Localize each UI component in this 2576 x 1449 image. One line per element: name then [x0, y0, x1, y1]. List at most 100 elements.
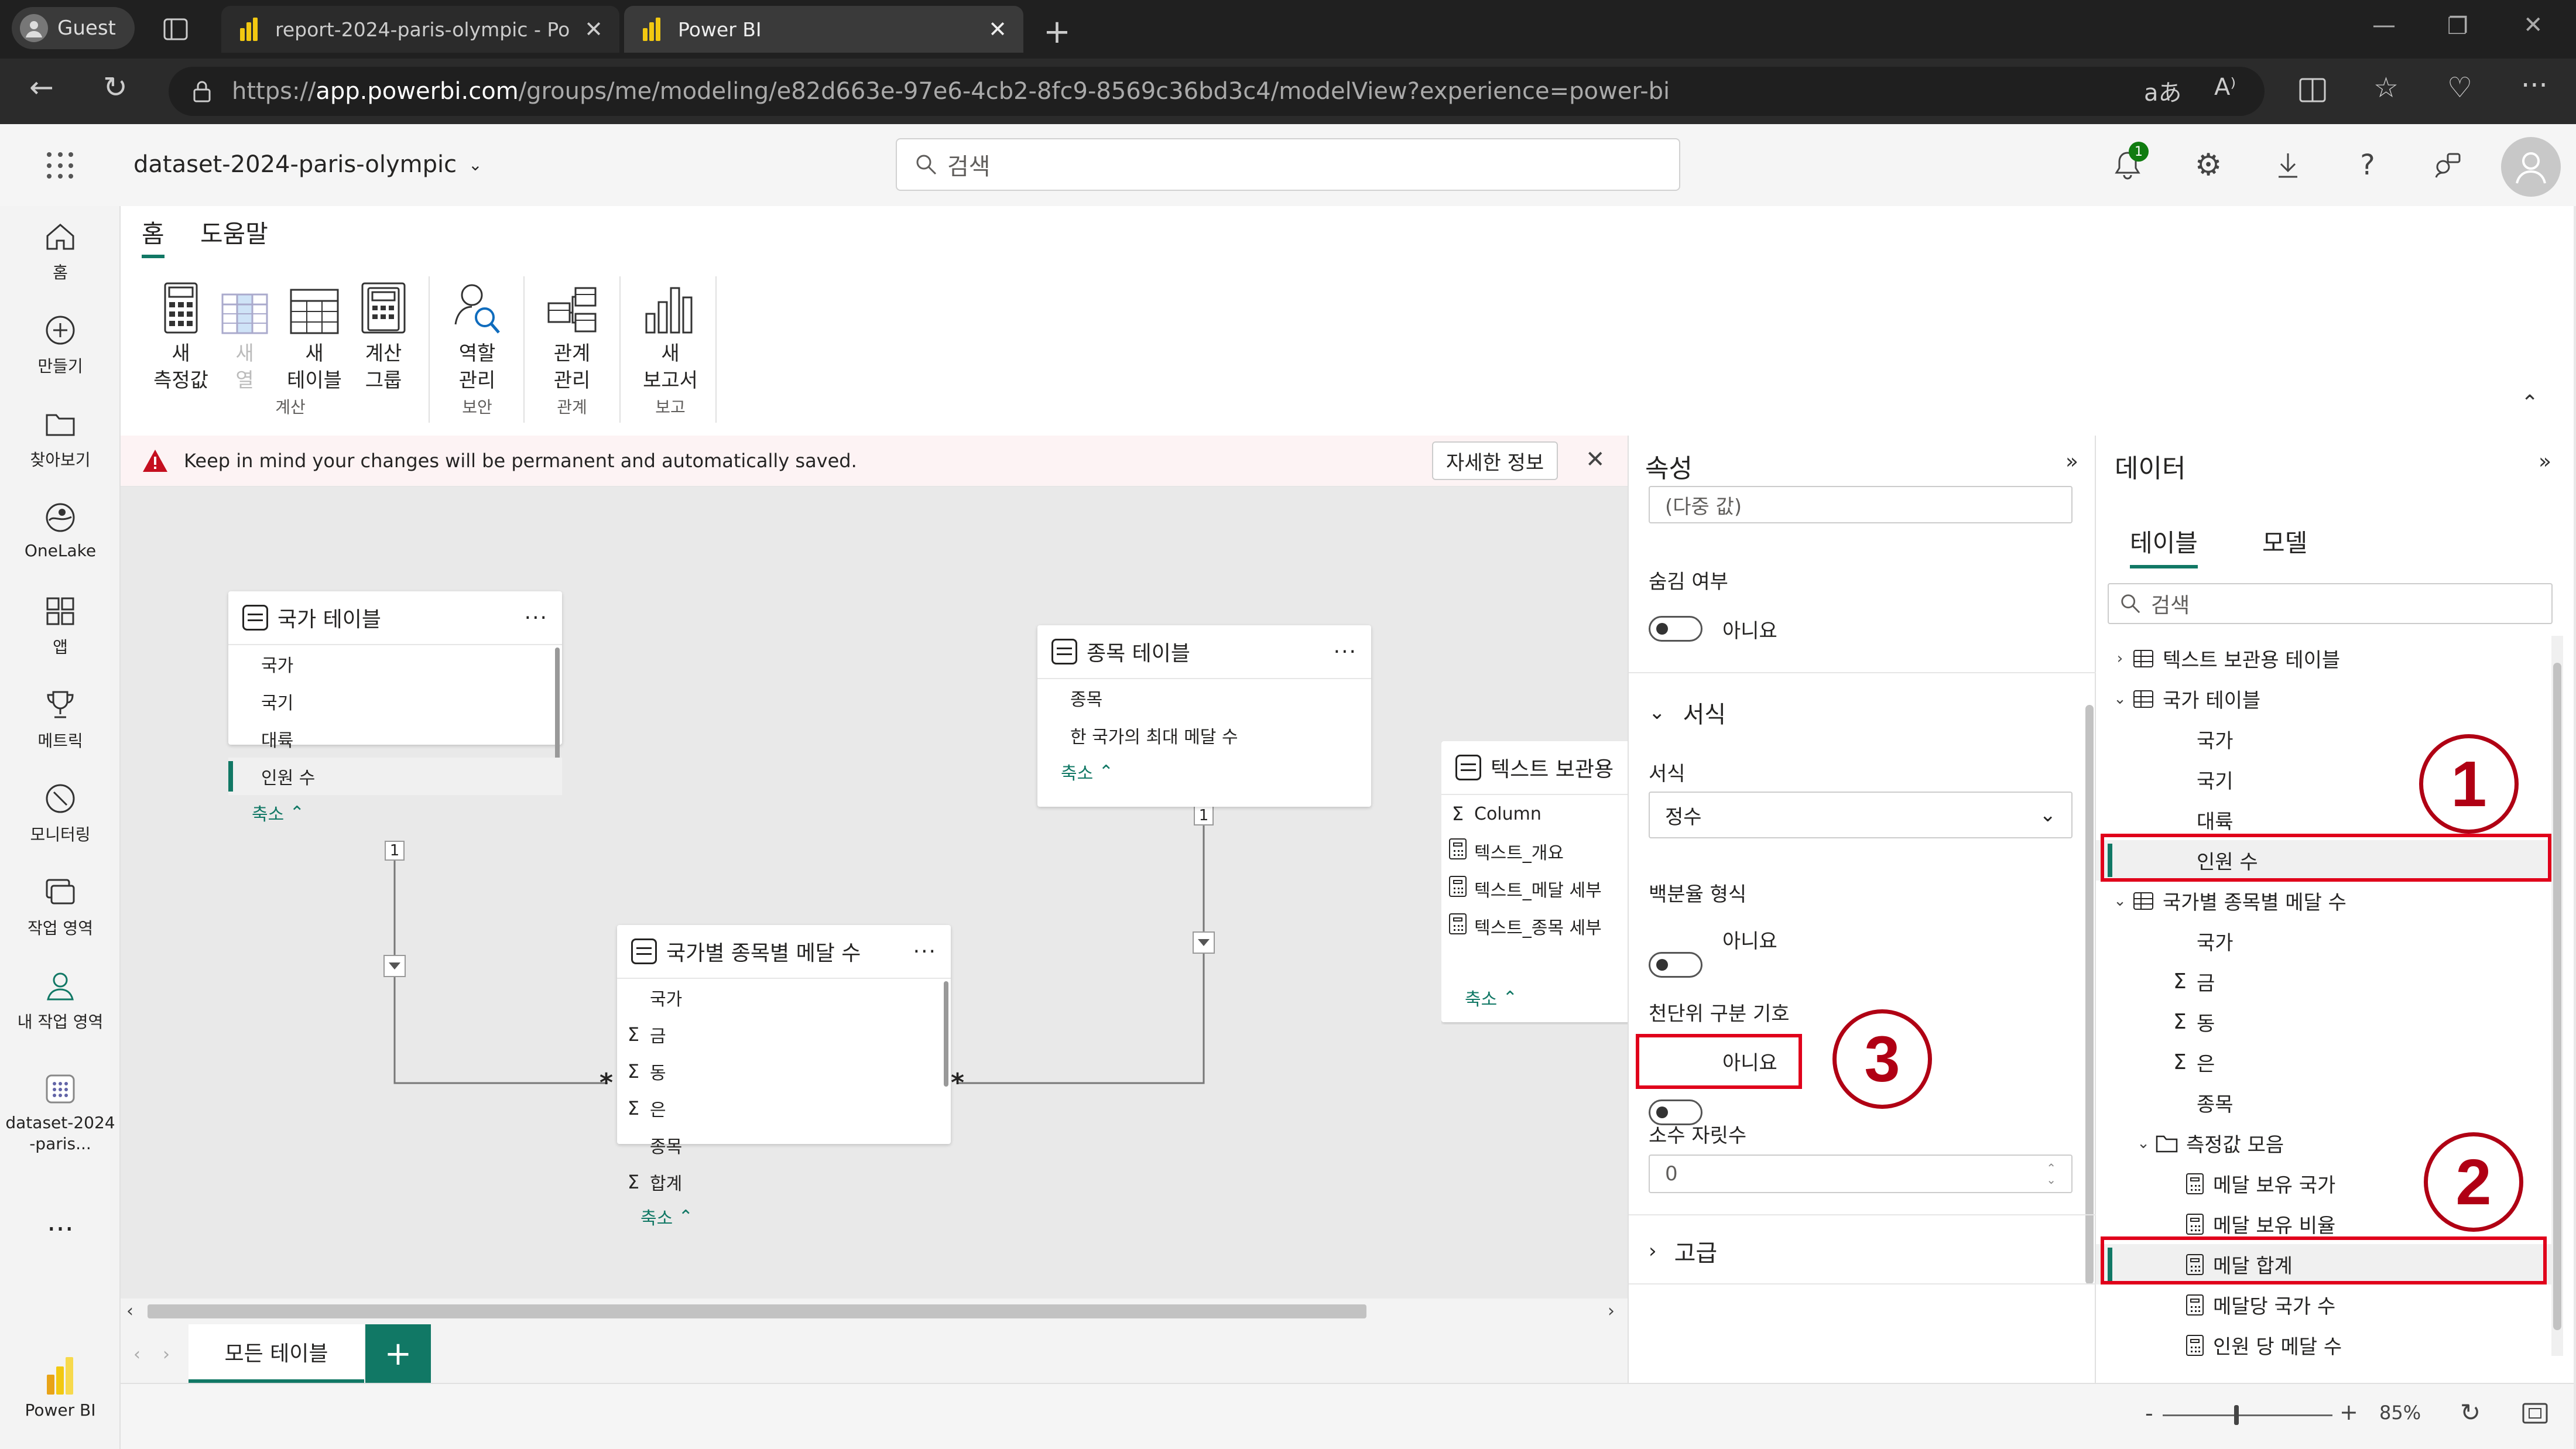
- nav-workspaces[interactable]: 작업 영역: [0, 875, 121, 939]
- hidden-toggle[interactable]: [1649, 616, 1703, 642]
- manage-relationships-button[interactable]: 관계 관리: [540, 276, 604, 395]
- add-layout-button[interactable]: +: [365, 1324, 431, 1383]
- table-card-header[interactable]: 종목 테이블 ···: [1037, 625, 1371, 679]
- settings-gear-icon[interactable]: ⚙: [2191, 148, 2226, 183]
- read-aloud-icon[interactable]: A⁾: [2214, 74, 2236, 101]
- tab-tables[interactable]: 테이블: [2130, 523, 2198, 568]
- collapse-link[interactable]: 축소 ⌃: [1037, 754, 1371, 789]
- window-close-icon[interactable]: ✕: [2523, 12, 2543, 39]
- split-screen-icon[interactable]: [2298, 77, 2327, 103]
- new-report-button[interactable]: 새 보고서: [633, 276, 707, 395]
- nav-apps[interactable]: 앱: [0, 594, 121, 658]
- minimize-icon[interactable]: —: [2372, 12, 2396, 39]
- field-row[interactable]: 텍스트_메달 세부: [1441, 870, 1628, 907]
- event-table-card[interactable]: 종목 테이블 ··· 종목 한 국가의 최대 메달 수 축소 ⌃: [1037, 625, 1371, 807]
- field-row[interactable]: Σ 합계: [617, 1163, 951, 1200]
- new-column-button[interactable]: 새열: [218, 276, 272, 395]
- browser-essentials-icon[interactable]: ♡: [2447, 71, 2472, 104]
- tab-home[interactable]: 홈: [142, 214, 165, 258]
- share-feedback-icon[interactable]: [2430, 148, 2465, 183]
- table-card-header[interactable]: 국가별 종목별 메달 수 ···: [617, 925, 951, 979]
- back-icon[interactable]: ←: [29, 70, 54, 104]
- help-icon[interactable]: ?: [2350, 148, 2385, 183]
- profile-button[interactable]: Guest: [12, 7, 135, 49]
- collapse-link[interactable]: 축소 ⌃: [617, 1200, 951, 1233]
- data-scrollbar-thumb[interactable]: [2553, 663, 2561, 1330]
- tree-field[interactable]: 종목: [2096, 1083, 2553, 1123]
- tree-table-text[interactable]: › 텍스트 보관용 테이블: [2096, 638, 2553, 679]
- field-row[interactable]: Σ금: [617, 1016, 951, 1053]
- tree-table-medals[interactable]: ⌄ 국가별 종목별 메달 수: [2096, 881, 2553, 921]
- dismiss-warning-icon[interactable]: ✕: [1585, 446, 1605, 473]
- advanced-section-header[interactable]: › 고급: [1629, 1234, 2097, 1268]
- scroll-right-icon[interactable]: ›: [1608, 1301, 1615, 1321]
- country-table-card[interactable]: 국가 테이블 ··· 국가 국기 대륙 인원 수 축소 ⌃: [228, 591, 562, 825]
- browser-tab-report[interactable]: report-2024-paris-olympic - Powe ✕: [221, 6, 619, 53]
- tree-field[interactable]: Σ금: [2096, 961, 2553, 1002]
- spinner-icon[interactable]: ⌃ ⌄: [2046, 1162, 2056, 1186]
- table-card-header[interactable]: 텍스트 보관용: [1441, 741, 1628, 795]
- tree-measure[interactable]: 메달당 국가 수: [2096, 1284, 2553, 1325]
- tab-model[interactable]: 모델: [2262, 523, 2307, 559]
- decimal-places-input[interactable]: 0 ⌃ ⌄: [1649, 1155, 2073, 1193]
- tree-field[interactable]: 국가: [2096, 921, 2553, 961]
- reload-icon[interactable]: ↻: [103, 70, 128, 104]
- chevron-down-icon[interactable]: ⌄: [2135, 1135, 2152, 1152]
- nav-onelake[interactable]: OneLake: [0, 500, 121, 560]
- scroll-thumb[interactable]: [148, 1304, 1366, 1318]
- field-row[interactable]: 한 국가의 최대 메달 수: [1037, 717, 1371, 754]
- scroll-left-icon[interactable]: ‹: [126, 1301, 133, 1321]
- chevron-down-icon[interactable]: ⌄: [2111, 690, 2129, 708]
- nav-powerbi[interactable]: Power BI: [0, 1357, 121, 1420]
- global-search-input[interactable]: 검색: [896, 138, 1680, 191]
- field-row[interactable]: 텍스트_종목 세부: [1441, 907, 1628, 945]
- collapse-data-pane-icon[interactable]: »: [2539, 450, 2551, 474]
- close-tab-icon[interactable]: ✕: [988, 16, 1007, 42]
- more-info-button[interactable]: 자세한 정보: [1432, 441, 1558, 480]
- field-row[interactable]: Σ Column: [1441, 795, 1628, 833]
- zoom-slider-thumb[interactable]: [2234, 1405, 2239, 1425]
- nav-metrics[interactable]: 메트릭: [0, 687, 121, 752]
- more-options-icon[interactable]: ···: [1334, 640, 1357, 664]
- tree-field[interactable]: Σ동: [2096, 1002, 2553, 1042]
- field-row[interactable]: 국기: [228, 683, 562, 720]
- calculation-group-button[interactable]: 계산 그룹: [351, 276, 416, 395]
- url-field[interactable]: https://app.powerbi.com/groups/me/modeli…: [169, 67, 2265, 116]
- field-row[interactable]: 국가: [617, 979, 951, 1016]
- user-avatar[interactable]: [2501, 137, 2561, 197]
- tab-help[interactable]: 도움말: [200, 214, 268, 250]
- zoom-in-button[interactable]: +: [2339, 1399, 2358, 1425]
- model-canvas[interactable]: 1 1 * * 국가 테이블 ··· 국가 국기 대륙 인원 수 축소 ⌃ 종목…: [121, 487, 1628, 1301]
- chevron-down-icon[interactable]: ⌄: [2111, 892, 2129, 910]
- tab-prev-icon[interactable]: ‹: [133, 1344, 141, 1365]
- field-row[interactable]: 국가: [228, 645, 562, 683]
- app-launcher-icon[interactable]: [47, 152, 74, 179]
- nav-current-dataset[interactable]: dataset-2024-paris...: [0, 1071, 121, 1155]
- medal-table-card[interactable]: 국가별 종목별 메달 수 ··· 국가 Σ금 Σ동 Σ은 종목 Σ 합계 축소 ⌃: [617, 925, 951, 1229]
- field-row-selected[interactable]: 인원 수: [228, 758, 562, 795]
- nav-more[interactable]: ...: [0, 1205, 121, 1238]
- tree-table-country[interactable]: ⌄ 국가 테이블: [2096, 679, 2553, 719]
- new-table-button[interactable]: 새 테이블: [282, 276, 347, 395]
- percent-toggle[interactable]: [1649, 952, 1703, 978]
- collapse-link[interactable]: 축소 ⌃: [1441, 980, 1628, 1015]
- text-table-card[interactable]: 텍스트 보관용 Σ Column 텍스트_개요 텍스트_메달 세부 텍스트_종목 …: [1441, 741, 1628, 1022]
- reset-view-icon[interactable]: ↻: [2460, 1398, 2481, 1427]
- format-dropdown[interactable]: 정수 ⌄: [1649, 792, 2073, 838]
- tab-next-icon[interactable]: ›: [163, 1344, 170, 1365]
- new-measure-button[interactable]: 새 측정값: [149, 276, 213, 395]
- nav-home[interactable]: 홈: [0, 219, 121, 283]
- collapse-link[interactable]: 축소 ⌃: [228, 795, 562, 830]
- tab-actions-icon[interactable]: [162, 15, 190, 43]
- format-section-header[interactable]: ⌄ 서식: [1629, 696, 2097, 729]
- favorites-icon[interactable]: ☆: [2373, 71, 2399, 104]
- field-row[interactable]: Σ은: [617, 1090, 951, 1126]
- field-row[interactable]: 텍스트_개요: [1441, 833, 1628, 870]
- nav-monitoring[interactable]: 모니터링: [0, 781, 121, 845]
- close-tab-icon[interactable]: ✕: [584, 16, 603, 42]
- dataset-name-dropdown[interactable]: dataset-2024-paris-olympic ⌄: [133, 151, 482, 178]
- download-icon[interactable]: [2270, 148, 2306, 183]
- nav-create[interactable]: 만들기: [0, 313, 121, 377]
- field-row[interactable]: 종목: [617, 1126, 951, 1163]
- canvas-horizontal-scrollbar[interactable]: ‹ ›: [121, 1299, 1628, 1324]
